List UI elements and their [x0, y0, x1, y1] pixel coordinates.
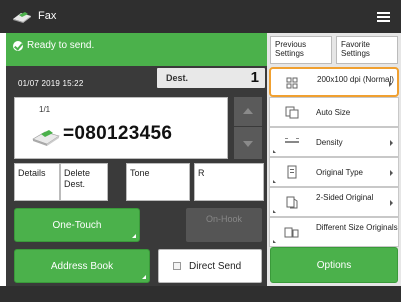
- fax-number: =080123456: [63, 123, 173, 144]
- checkbox[interactable]: [173, 262, 181, 270]
- status-text: Ready to send.: [27, 40, 95, 51]
- scroll-up-button[interactable]: [234, 97, 262, 127]
- copy-size-label: Auto Size: [316, 108, 351, 117]
- two-sided-icon: [286, 196, 298, 209]
- favorite-settings-button[interactable]: Favorite Settings: [336, 36, 398, 64]
- datetime: 01/07 2019 15:22: [18, 79, 84, 88]
- arrow-icon: [389, 81, 392, 87]
- destination-counter: Dest. 1: [157, 68, 265, 88]
- two-sided-label: 2-Sided Original: [316, 193, 374, 202]
- resolution-setting[interactable]: 200x100 dpi (Normal): [269, 67, 399, 97]
- one-touch-label: One-Touch: [52, 219, 102, 231]
- delete-dest-button[interactable]: Delete Dest.: [60, 163, 108, 201]
- scrollbar: [234, 97, 262, 159]
- dest-count: 1: [250, 69, 259, 86]
- two-sided-setting[interactable]: 2-Sided Original: [269, 187, 399, 217]
- arrow-icon: [390, 170, 393, 176]
- status-bar: Ready to send.: [6, 33, 267, 66]
- dest-label: Dest.: [166, 73, 189, 83]
- corner-indicator: [273, 240, 276, 243]
- destination-panel: Ready to send. 01/07 2019 15:22 Dest. 1 …: [6, 33, 267, 286]
- fax-machine-icon: [32, 130, 60, 146]
- page-indicator: 1/1: [39, 105, 51, 114]
- menu-icon[interactable]: [375, 8, 392, 25]
- corner-indicator: [273, 210, 276, 213]
- arrow-icon: [390, 200, 393, 206]
- copy-size-icon: [285, 106, 299, 119]
- document-icon: [287, 165, 297, 179]
- direct-send-label: Direct Send: [189, 261, 242, 272]
- corner-indicator: [273, 180, 276, 183]
- previous-settings-button[interactable]: Previous Settings: [270, 36, 332, 64]
- resolution-label: 200x100 dpi (Normal): [317, 75, 394, 84]
- different-size-icon: [284, 227, 299, 238]
- tone-button[interactable]: Tone: [126, 163, 190, 201]
- settings-panel: Previous Settings Favorite Settings 200x…: [267, 33, 401, 286]
- on-hook-button[interactable]: On-Hook: [186, 208, 262, 242]
- destination-display[interactable]: 1/1 =080123456: [14, 97, 228, 159]
- bottom-bar: [0, 286, 401, 302]
- different-size-setting[interactable]: Different Size Originals: [269, 217, 399, 247]
- original-type-label: Original Type: [316, 168, 363, 177]
- app-title: Fax: [38, 10, 57, 22]
- options-button[interactable]: Options: [270, 247, 398, 283]
- check-icon: [13, 41, 23, 51]
- original-type-setting[interactable]: Original Type: [269, 157, 399, 187]
- address-book-label: Address Book: [50, 260, 114, 272]
- direct-send-toggle[interactable]: Direct Send: [158, 249, 262, 283]
- corner-indicator: [273, 150, 276, 153]
- resolution-icon: [286, 77, 298, 89]
- density-setting[interactable]: Density: [269, 127, 399, 157]
- top-bar: Fax: [0, 0, 401, 33]
- scroll-down-button[interactable]: [234, 128, 262, 159]
- one-touch-button[interactable]: One-Touch: [14, 208, 140, 242]
- density-label: Density: [316, 138, 343, 147]
- corner-indicator: [142, 275, 146, 279]
- different-size-label: Different Size Originals: [316, 223, 398, 232]
- r-button[interactable]: R: [194, 163, 264, 201]
- arrow-icon: [390, 140, 393, 146]
- address-book-button[interactable]: Address Book: [14, 249, 150, 283]
- copy-size-setting[interactable]: Auto Size: [269, 97, 399, 127]
- density-icon: [285, 138, 299, 143]
- fax-icon: [13, 12, 31, 23]
- details-button[interactable]: Details: [14, 163, 60, 201]
- corner-indicator: [132, 234, 136, 238]
- destination-tabs: Details Delete Dest. Tone R: [14, 163, 264, 201]
